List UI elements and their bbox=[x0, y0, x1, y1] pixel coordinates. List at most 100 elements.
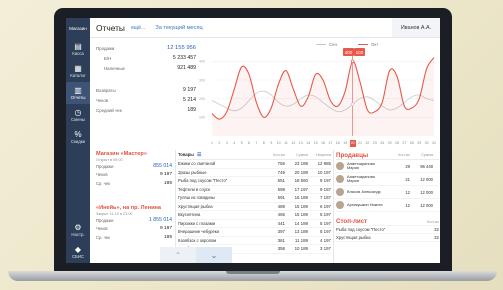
sidebar-item-sbis[interactable]: ◆ СБИС bbox=[66, 241, 90, 263]
stop-list-item[interactable]: Хрустящая рыбка 32 bbox=[336, 234, 439, 242]
table-row[interactable]: Гуляш из говядины 591 16 189 7 197 bbox=[178, 194, 331, 203]
day-button[interactable]: 9 bbox=[268, 140, 274, 147]
shop-row: Продажи 1 855 014 bbox=[96, 216, 172, 225]
sidebar-item-reports[interactable]: ▥ Отчеты bbox=[66, 82, 90, 104]
goods-sum: 11 189 bbox=[294, 237, 308, 243]
day-button[interactable]: 10 bbox=[276, 140, 282, 147]
seller-qty: 12 bbox=[405, 202, 410, 208]
table-row[interactable]: Рыба под соусом "Песто" 651 18 560 9 197 bbox=[178, 177, 331, 186]
chart-tooltip-value: 100 bbox=[353, 48, 366, 56]
day-button[interactable]: 15 bbox=[313, 140, 319, 147]
day-button[interactable]: 19 bbox=[342, 140, 348, 147]
sidebar-item-discounts[interactable]: % Скидки bbox=[66, 126, 90, 148]
day-button[interactable]: 18 bbox=[335, 140, 341, 147]
day-button[interactable]: 22 bbox=[364, 140, 370, 147]
table-row[interactable]: Зразы рыбные 749 20 189 10 197 bbox=[178, 169, 331, 177]
seller-row[interactable]: Власов Александр 12 12 000 bbox=[336, 186, 439, 199]
day-button[interactable]: 14 bbox=[305, 140, 311, 147]
goods-title-text: Товары bbox=[178, 152, 194, 157]
legend-item-current[interactable]: Окт bbox=[358, 42, 378, 47]
table-row[interactable]: Вкуснятина 465 15 189 5 197 bbox=[178, 211, 331, 220]
stat-returns: Возвраты 9 197 bbox=[96, 85, 196, 95]
sidebar-item-label: Отчеты bbox=[70, 95, 86, 100]
day-button[interactable]: 3 bbox=[224, 140, 230, 147]
goods-name: Гуляш из говядины bbox=[178, 195, 215, 201]
column-header[interactable]: Кол-во bbox=[262, 153, 285, 157]
seller-row[interactable]: Ахметзарипова Мария 29 96 448 bbox=[336, 160, 439, 173]
y-tick-label: 100 bbox=[199, 116, 205, 120]
list-icon[interactable]: ☰ bbox=[197, 152, 201, 158]
table-row[interactable]: Казябзох с окропом 361 11 189 4 197 bbox=[178, 237, 331, 245]
day-button[interactable]: 16 bbox=[320, 140, 326, 147]
scroll-up-button[interactable]: ⌃ bbox=[160, 247, 196, 263]
sidebar-item-register[interactable]: ▤ Касса bbox=[66, 38, 90, 60]
shop-card[interactable]: Магазин «Мастер» Открыт в 09:00 Продажи … bbox=[96, 151, 172, 205]
sidebar-item-shifts[interactable]: ◷ Смены bbox=[66, 104, 90, 126]
sales-chart[interactable]: 400 300 200 100 Сен Окт 400 100 bbox=[198, 40, 438, 146]
day-button[interactable]: 26 bbox=[394, 140, 400, 147]
sidebar-item-label: Каталог bbox=[70, 73, 86, 78]
day-selector: 1 2 3 4 5 6 7 8 9 10 11 12 13 14 15 16 17 18 19 20 21 22 23 24 2… bbox=[198, 140, 438, 147]
column-header[interactable]: Сумма bbox=[410, 153, 433, 157]
goods-markup: 10 197 bbox=[317, 169, 331, 175]
day-button[interactable]: 6 bbox=[246, 140, 252, 147]
stat-cash: Наличные 921 489 bbox=[96, 63, 196, 73]
table-header: Товары ☰ Кол-во Сумма Наценка bbox=[178, 151, 331, 160]
period-selector[interactable]: За текущий месяц bbox=[155, 25, 202, 31]
sidebar-item-settings[interactable]: ⚙ Настр. bbox=[66, 219, 90, 241]
stop-list: Стоп-лист Кол-во Рыба под соусом "Песто"… bbox=[336, 218, 439, 242]
day-button[interactable]: 13 bbox=[298, 140, 304, 147]
day-button[interactable]: 4 bbox=[231, 140, 237, 147]
day-button[interactable]: 28 bbox=[409, 140, 415, 147]
legend-item-prev[interactable]: Сен bbox=[316, 42, 337, 47]
stop-list-item[interactable]: Рыба под соусом "Песто" 32 bbox=[336, 226, 439, 234]
goods-name: Рыба под соусом "Песто" bbox=[178, 178, 228, 184]
more-link[interactable]: ещё... bbox=[131, 25, 145, 31]
stat-sales[interactable]: Продажи 12 155 956 bbox=[96, 43, 196, 53]
day-button[interactable]: 12 bbox=[290, 140, 296, 147]
day-button[interactable]: 8 bbox=[261, 140, 267, 147]
day-button[interactable]: 23 bbox=[372, 140, 378, 147]
table-row[interactable]: Хрустящая рыбка 489 15 189 6 197 bbox=[178, 203, 331, 211]
day-button[interactable]: 21 bbox=[357, 140, 363, 147]
legend-label: Сен bbox=[329, 42, 337, 47]
stat-label: Продажи bbox=[96, 45, 115, 51]
day-button[interactable]: 29 bbox=[416, 140, 422, 147]
goods-qty: 441 bbox=[277, 220, 285, 226]
day-button[interactable]: 5 bbox=[239, 140, 245, 147]
seller-row[interactable]: Ахметзарипова Мария 21 12 000 bbox=[336, 173, 439, 186]
stop-item-name: Хрустящая рыбка bbox=[336, 235, 371, 240]
column-header[interactable]: Кол-во bbox=[387, 153, 410, 157]
seller-sum: 96 448 bbox=[420, 163, 433, 169]
day-button[interactable]: 30 bbox=[424, 140, 430, 147]
column-header[interactable]: Сумма bbox=[285, 153, 308, 157]
legend-swatch bbox=[358, 44, 368, 45]
column-header[interactable]: Наценка bbox=[308, 153, 331, 157]
sidebar-item-catalog[interactable]: ▦ Каталог bbox=[66, 60, 90, 82]
day-button[interactable]: 17 bbox=[327, 140, 333, 147]
shop-row: Чеков 9 197 bbox=[96, 171, 172, 180]
day-button[interactable]: 7 bbox=[253, 140, 259, 147]
stat-value: 5 214 bbox=[183, 97, 196, 103]
table-row[interactable]: Вчерашние чебуреки 397 13 189 5 197 bbox=[178, 228, 331, 237]
table-row[interactable]: Пирожки с глазами 441 14 189 5 197 bbox=[178, 220, 331, 228]
day-button[interactable]: 25 bbox=[387, 140, 393, 147]
shop-row-label: Продажи bbox=[96, 217, 114, 223]
day-button[interactable]: 20 bbox=[349, 140, 356, 147]
table-row[interactable]: Тефтели в соусе 598 17 197 9 197 bbox=[178, 186, 331, 194]
day-button[interactable]: 2 bbox=[216, 140, 222, 147]
seller-row[interactable]: Архикушкин Никита 12 12 000 bbox=[336, 199, 439, 212]
day-button[interactable]: 1 bbox=[209, 140, 215, 147]
reports-icon: ▥ bbox=[74, 86, 82, 95]
scroll-down-button[interactable]: ⌄ bbox=[196, 247, 232, 263]
goods-markup: 6 197 bbox=[320, 203, 331, 209]
shop-row-value: 9 197 bbox=[159, 226, 172, 232]
day-button[interactable]: 27 bbox=[401, 140, 407, 147]
day-button[interactable]: 31 bbox=[431, 140, 437, 147]
day-button[interactable]: 24 bbox=[379, 140, 385, 147]
sidebar-item-label: Смены bbox=[71, 117, 85, 122]
day-button[interactable]: 11 bbox=[283, 140, 289, 147]
stop-list-body: Рыба под соусом "Песто" 32 Хрустящая рыбка… bbox=[336, 226, 439, 242]
table-row[interactable]: Ежики со сметаной 756 23 189 12 985 bbox=[178, 160, 331, 169]
user-menu[interactable]: Иванов А.А. bbox=[392, 18, 440, 37]
